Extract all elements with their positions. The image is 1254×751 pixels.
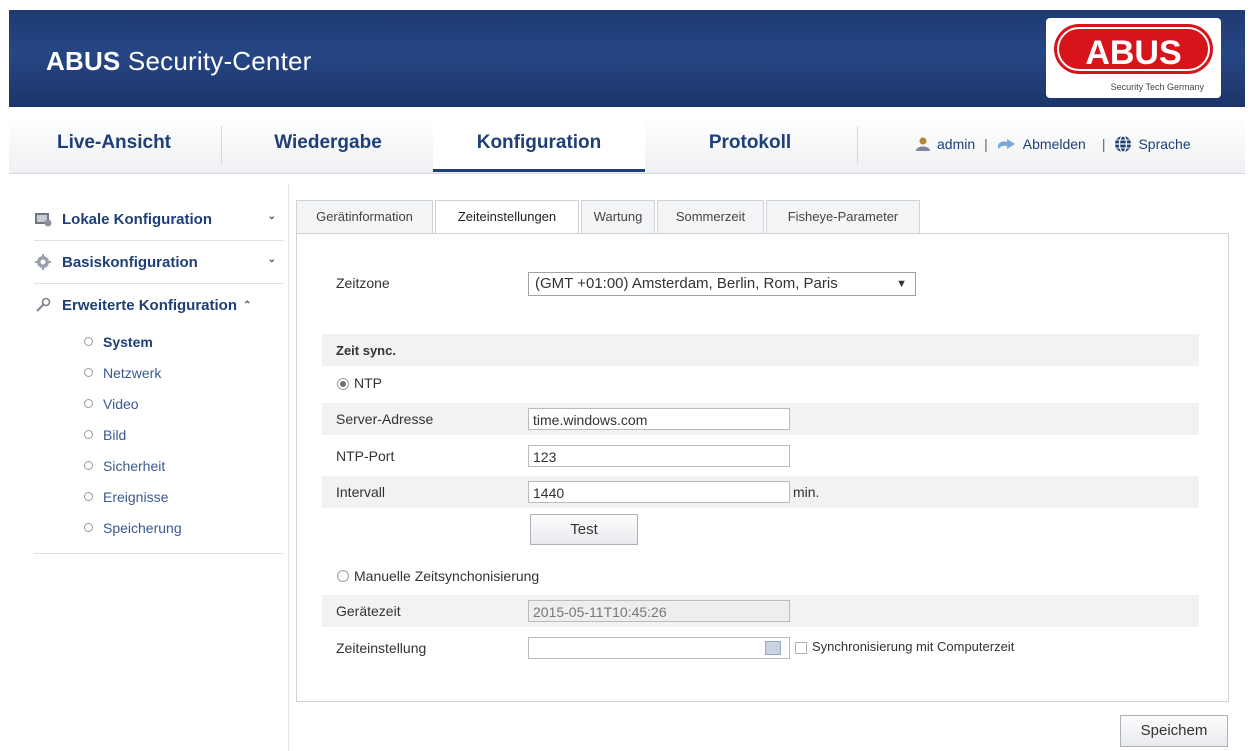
sidebar-subitem-video[interactable]: Video	[34, 388, 284, 419]
wrench-icon	[34, 296, 52, 314]
chevron-up-icon: ⌃	[243, 299, 252, 311]
logo-tagline: Security Tech Germany	[1111, 82, 1205, 92]
bullet-icon	[84, 368, 93, 377]
timezone-select[interactable]: (GMT +01:00) Amsterdam, Berlin, Rom, Par…	[528, 272, 916, 296]
logo-text: ABUS	[1085, 34, 1181, 72]
tab-device-info[interactable]: Gerätinformation	[296, 200, 433, 233]
user-bar: admin | Abmelden | Sprache	[915, 135, 1191, 153]
sidebar: Lokale Konfiguration ⌄ Basiskonfiguratio…	[34, 198, 284, 554]
sidebar-subitem-system[interactable]: System	[34, 326, 284, 357]
bullet-icon	[84, 523, 93, 532]
sidebar-item-local-config[interactable]: Lokale Konfiguration ⌄	[34, 198, 284, 241]
timezone-label: Zeitzone	[336, 275, 390, 291]
tab-configuration[interactable]: Konfiguration	[433, 116, 645, 172]
logout-label: Abmelden	[1022, 136, 1086, 152]
sidebar-subitem-label: System	[103, 333, 153, 350]
server-address-input[interactable]: time.windows.com	[528, 408, 790, 430]
tab-dst[interactable]: Sommerzeit	[657, 200, 764, 233]
tab-time-settings[interactable]: Zeiteinstellungen	[435, 200, 579, 235]
ntp-port-input[interactable]: 123	[528, 445, 790, 467]
user-menu[interactable]: admin	[915, 136, 975, 152]
chevron-down-icon: ⌄	[267, 211, 276, 222]
server-label: Server-Adresse	[336, 411, 434, 427]
sidebar-subitem-storage[interactable]: Speicherung	[34, 512, 284, 543]
interval-input[interactable]: 1440	[528, 481, 790, 503]
manual-sync-label: Manuelle Zeitsynchonisierung	[354, 568, 540, 584]
bullet-icon	[84, 492, 93, 501]
main-nav: Live-Ansicht Wiedergabe Konfiguration Pr…	[9, 116, 1245, 174]
brand-bold: ABUS	[46, 46, 121, 76]
dropdown-arrow-icon: ▼	[896, 278, 907, 290]
save-button[interactable]: Speichem	[1120, 715, 1228, 747]
bullet-icon	[84, 337, 93, 346]
port-label: NTP-Port	[336, 448, 395, 464]
logout-icon	[997, 139, 1015, 149]
ntp-label: NTP	[354, 375, 382, 391]
sidebar-subitem-label: Speicherung	[103, 519, 182, 536]
brand-name: Security-Center	[127, 46, 312, 76]
time-setting-input[interactable]	[528, 637, 790, 659]
language-link[interactable]: Sprache	[1114, 135, 1191, 153]
tab-fisheye[interactable]: Fisheye-Parameter	[766, 200, 920, 233]
app-title: ABUS Security-Center	[46, 46, 312, 77]
sidebar-subitem-image[interactable]: Bild	[34, 419, 284, 450]
tab-live-view[interactable]: Live-Ansicht	[9, 116, 219, 172]
sidebar-item-label: Erweiterte Konfiguration	[62, 296, 238, 314]
sidebar-item-label: Lokale Konfiguration	[62, 210, 212, 228]
bullet-icon	[84, 430, 93, 439]
sync-section-title: Zeit sync.	[336, 342, 396, 358]
language-label: Sprache	[1138, 136, 1191, 152]
sidebar-subitem-label: Video	[103, 395, 139, 412]
separator: |	[1101, 136, 1106, 152]
sync-computer-time-label: Synchronisierung mit Computerzeit	[812, 639, 1015, 654]
logout-link[interactable]: Abmelden	[997, 136, 1086, 152]
manual-sync-radio[interactable]	[337, 570, 349, 582]
abus-logo: ABUS Security Tech Germany	[1046, 18, 1221, 98]
sidebar-subitem-label: Netzwerk	[103, 364, 162, 381]
test-button[interactable]: Test	[530, 514, 638, 545]
device-time-label: Gerätezeit	[336, 603, 401, 619]
globe-icon	[1115, 135, 1132, 153]
nav-divider	[221, 126, 222, 164]
sidebar-item-basic-config[interactable]: Basiskonfiguration ⌄	[34, 241, 284, 284]
bullet-icon	[84, 399, 93, 408]
calendar-icon[interactable]	[765, 641, 781, 655]
sidebar-subitem-label: Sicherheit	[103, 457, 166, 474]
interval-unit: min.	[793, 484, 820, 500]
sync-computer-time-checkbox[interactable]	[795, 642, 807, 654]
bullet-icon	[84, 461, 93, 470]
tab-playback[interactable]: Wiedergabe	[223, 116, 433, 172]
sync-section-header: Zeit sync.	[322, 334, 1199, 366]
sidebar-divider	[34, 543, 284, 554]
interval-label: Intervall	[336, 484, 386, 500]
ntp-radio[interactable]	[337, 378, 349, 390]
gear-icon	[34, 253, 52, 271]
sidebar-subitem-label: Bild	[103, 426, 127, 443]
local-config-icon	[34, 210, 52, 228]
sidebar-item-label: Basiskonfiguration	[62, 253, 198, 271]
sidebar-item-advanced-config[interactable]: Erweiterte Konfiguration ⌃	[34, 284, 284, 326]
content-divider	[288, 183, 289, 751]
time-setting-label: Zeiteinstellung	[336, 640, 427, 656]
sidebar-subitem-label: Ereignisse	[103, 488, 169, 505]
timezone-value: (GMT +01:00) Amsterdam, Berlin, Rom, Par…	[535, 275, 838, 292]
username: admin	[937, 136, 976, 152]
user-icon	[916, 137, 930, 151]
sidebar-subitem-security[interactable]: Sicherheit	[34, 450, 284, 481]
device-time-field: 2015-05-11T10:45:26	[528, 600, 790, 622]
tab-log[interactable]: Protokoll	[645, 116, 855, 172]
nav-divider	[857, 126, 858, 164]
sidebar-subitem-events[interactable]: Ereignisse	[34, 481, 284, 512]
sidebar-subitem-network[interactable]: Netzwerk	[34, 357, 284, 388]
tab-maintenance[interactable]: Wartung	[581, 200, 655, 233]
separator: |	[984, 136, 988, 152]
chevron-down-icon: ⌄	[267, 254, 276, 265]
